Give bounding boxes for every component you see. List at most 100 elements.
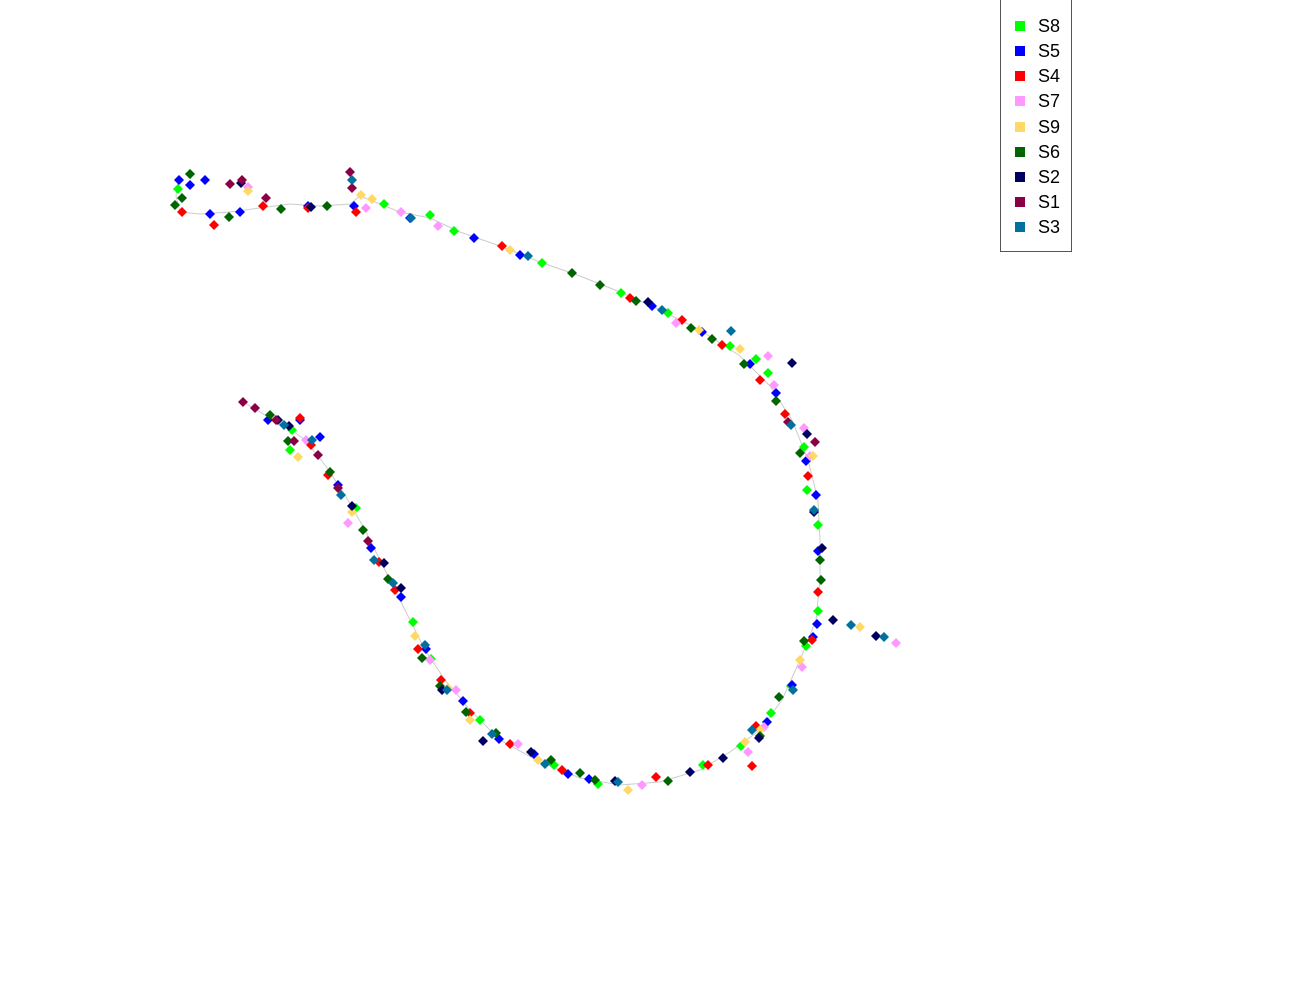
point-s4-17 xyxy=(651,772,661,782)
point-s9-7 xyxy=(855,622,865,632)
legend-item-s1: S1 xyxy=(1015,192,1060,212)
legend-item-s3: S3 xyxy=(1015,217,1060,237)
point-s7-1 xyxy=(361,203,371,213)
point-s8-13 xyxy=(813,520,823,530)
scatter-plot xyxy=(170,167,901,795)
point-s2-3 xyxy=(787,358,797,368)
point-s6-6 xyxy=(567,268,577,278)
legend-label-s9: S9 xyxy=(1038,116,1061,137)
point-s5-15 xyxy=(811,490,821,500)
point-s7-3 xyxy=(433,221,443,231)
point-s8-3 xyxy=(425,210,435,220)
point-s6-9 xyxy=(686,323,696,333)
legend-label-s6: S6 xyxy=(1038,141,1061,162)
point-s4-0 xyxy=(177,207,187,217)
legend-swatch-s8 xyxy=(1015,21,1025,31)
point-s5-1 xyxy=(185,180,195,190)
data-points xyxy=(170,167,901,795)
legend-label-s4: S4 xyxy=(1038,65,1061,86)
legend-label-s3: S3 xyxy=(1038,216,1061,237)
legend-swatch-s6 xyxy=(1015,147,1025,157)
point-s4-12 xyxy=(813,587,823,597)
legend-item-s6: S6 xyxy=(1015,142,1060,162)
legend-label-s8: S8 xyxy=(1038,15,1061,36)
point-s4-9 xyxy=(755,375,765,385)
legend-swatch-s9 xyxy=(1015,122,1025,132)
legend-swatch-s4 xyxy=(1015,71,1025,81)
point-s3-7 xyxy=(846,620,856,630)
point-s7-9 xyxy=(891,638,901,648)
point-s6-26 xyxy=(417,653,427,663)
point-s3-8 xyxy=(879,632,889,642)
point-s5-3 xyxy=(205,209,215,219)
point-s7-15 xyxy=(451,685,461,695)
point-s1-3 xyxy=(345,167,355,177)
point-s7-13 xyxy=(637,780,647,790)
point-s1-0 xyxy=(225,179,235,189)
legend-item-s5: S5 xyxy=(1015,41,1060,61)
legend: S8 S5 S4 S7 S9 S6 S2 S1 S3 xyxy=(1000,0,1072,252)
point-s5-4 xyxy=(235,207,245,217)
point-s8-10 xyxy=(763,368,773,378)
point-s8-6 xyxy=(616,288,626,298)
legend-item-s4: S4 xyxy=(1015,66,1060,86)
point-s2-11 xyxy=(685,767,695,777)
point-s8-12 xyxy=(802,485,812,495)
legend-swatch-s5 xyxy=(1015,46,1025,56)
legend-item-s7: S7 xyxy=(1015,91,1060,111)
point-s2-7 xyxy=(828,615,838,625)
point-s2-8 xyxy=(871,631,881,641)
point-s9-11 xyxy=(623,785,633,795)
point-s6-14 xyxy=(815,555,825,565)
point-s8-26 xyxy=(285,445,295,455)
point-s7-11 xyxy=(743,747,753,757)
point-s9-15 xyxy=(410,631,420,641)
legend-label-s5: S5 xyxy=(1038,40,1061,61)
trajectory-line xyxy=(175,179,821,786)
point-s6-15 xyxy=(816,575,826,585)
point-s3-2 xyxy=(523,251,533,261)
point-s5-27 xyxy=(396,592,406,602)
legend-swatch-s2 xyxy=(1015,172,1025,182)
point-s7-17 xyxy=(343,518,353,528)
point-s3-0 xyxy=(347,175,357,185)
point-s6-5 xyxy=(322,201,332,211)
point-s6-7 xyxy=(595,280,605,290)
point-s8-14 xyxy=(813,606,823,616)
point-s6-12 xyxy=(771,396,781,406)
point-s1-7 xyxy=(238,397,248,407)
legend-swatch-s7 xyxy=(1015,96,1025,106)
legend-label-s7: S7 xyxy=(1038,90,1061,111)
point-s2-14 xyxy=(478,736,488,746)
point-s6-3 xyxy=(224,212,234,222)
point-s7-6 xyxy=(769,380,779,390)
point-s5-9 xyxy=(515,250,525,260)
legend-swatch-s3 xyxy=(1015,222,1025,232)
point-s5-0 xyxy=(174,175,184,185)
legend-label-s1: S1 xyxy=(1038,191,1061,212)
legend-item-s8: S8 xyxy=(1015,16,1060,36)
point-s8-8 xyxy=(725,341,735,351)
point-s5-8 xyxy=(469,233,479,243)
point-s6-17 xyxy=(774,692,784,702)
point-s3-4 xyxy=(726,326,736,336)
point-s9-17 xyxy=(293,452,303,462)
legend-swatch-s1 xyxy=(1015,197,1025,207)
legend-label-s2: S2 xyxy=(1038,166,1061,187)
point-s7-5 xyxy=(763,351,773,361)
point-s6-1 xyxy=(170,200,180,210)
point-s8-5 xyxy=(537,258,547,268)
point-s1-5 xyxy=(810,437,820,447)
point-s1-10 xyxy=(289,436,299,446)
point-s7-2 xyxy=(396,207,406,217)
point-s4-1 xyxy=(209,220,219,230)
legend-item-s2: S2 xyxy=(1015,167,1060,187)
point-s8-0 xyxy=(173,184,183,194)
point-s9-5 xyxy=(735,344,745,354)
point-s6-11 xyxy=(739,359,749,369)
point-s6-19 xyxy=(663,776,673,786)
point-s6-2 xyxy=(177,193,187,203)
point-s5-2 xyxy=(200,175,210,185)
point-s4-15 xyxy=(747,761,757,771)
point-s6-0 xyxy=(185,169,195,179)
